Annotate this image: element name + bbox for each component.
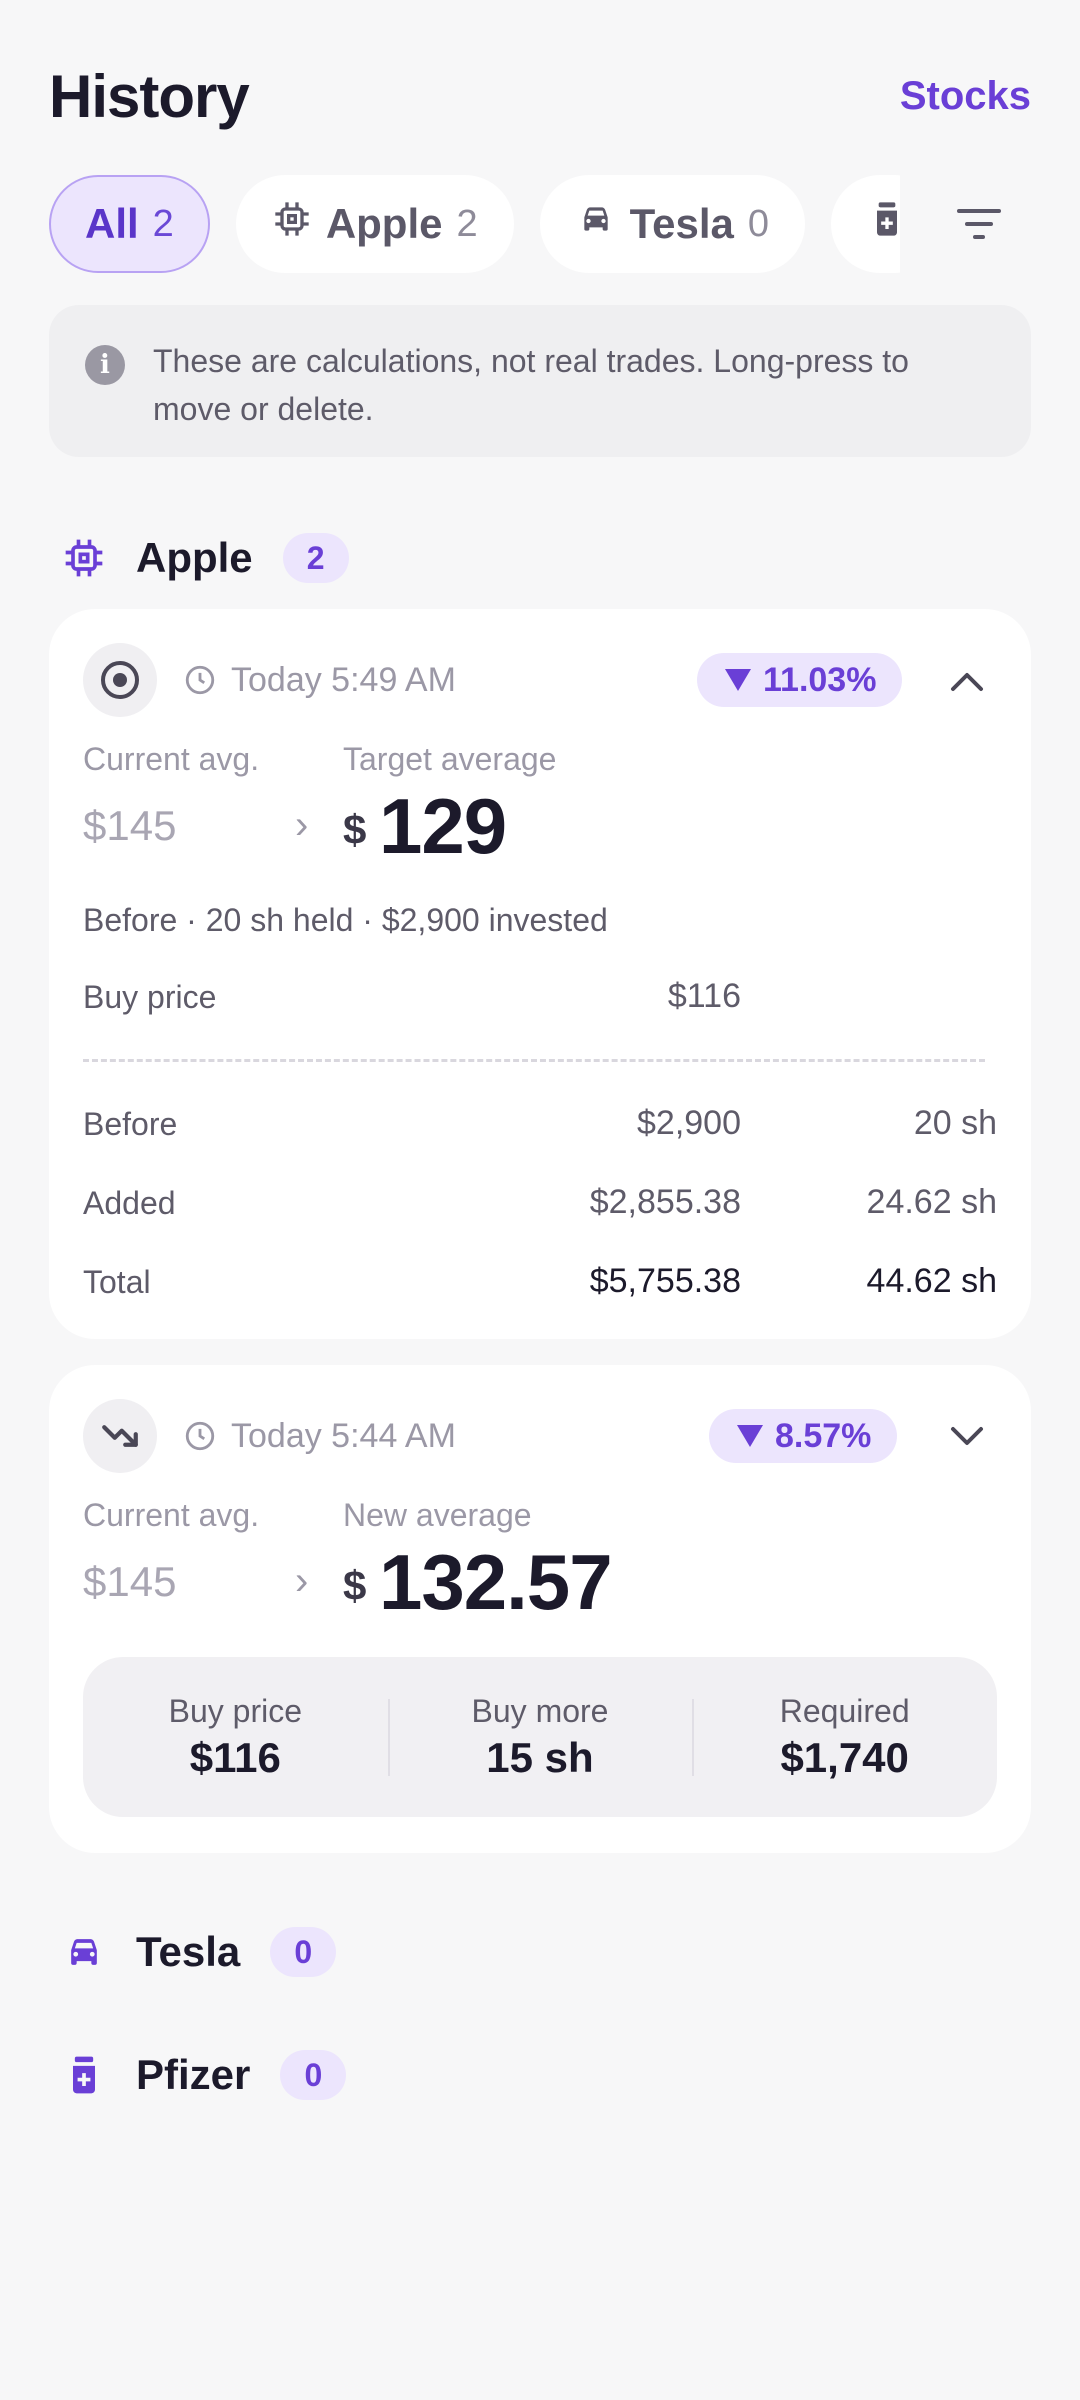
row-shares: 20 sh (913, 1104, 997, 1142)
target-icon (83, 643, 157, 717)
badge-text: 8.57% (775, 1416, 872, 1455)
chevron-up-icon (951, 673, 983, 691)
chip-label: Apple (325, 200, 443, 247)
group-name: Tesla (136, 1928, 241, 1975)
arrow-icon: › (295, 803, 309, 847)
group-count: 2 (282, 533, 349, 583)
row-amount: $5,755.38 (589, 1262, 741, 1300)
target-avg-value: 129 (379, 782, 507, 870)
timestamp-text: Today 5:49 AM (231, 660, 456, 699)
filter-icon (957, 209, 1001, 239)
row-shares: 24.62 sh (866, 1183, 997, 1221)
stocks-link[interactable]: Stocks (900, 74, 1031, 119)
expand-button[interactable] (945, 1415, 989, 1459)
summary-label: Buy price (168, 1692, 303, 1729)
badge-text: 11.03% (763, 660, 877, 699)
triangle-down-icon (725, 669, 751, 691)
change-badge: 8.57% (709, 1409, 898, 1463)
car-icon (576, 199, 616, 249)
chip-icon (272, 199, 312, 249)
timestamp: Today 5:49 AM (183, 661, 456, 700)
calculation-card[interactable]: Today 5:44 AM 8.57% Current avg. $145 › … (49, 1365, 1031, 1853)
filter-button[interactable] (940, 195, 1018, 253)
current-avg-label: Current avg. (83, 741, 260, 777)
summary-line: Before · 20 sh held · $2,900 invested (83, 902, 608, 938)
group-header-pfizer[interactable]: Pfizer 0 (62, 2050, 347, 2100)
collapse-button[interactable] (945, 659, 989, 703)
info-icon: i (85, 345, 125, 385)
filter-chips: All 2 Apple 2 Tesla 0 (49, 175, 901, 273)
change-badge: 11.03% (697, 653, 903, 707)
arrow-icon: › (295, 1559, 309, 1603)
chip-apple[interactable]: Apple 2 (235, 175, 514, 273)
group-name: Pfizer (136, 2051, 251, 2098)
clock-icon (185, 1421, 215, 1451)
chip-pfizer[interactable] (831, 175, 901, 273)
timestamp-text: Today 5:44 AM (231, 1416, 456, 1455)
group-count: 0 (280, 2050, 347, 2100)
new-avg-label: New average (343, 1497, 532, 1533)
header: History Stocks (49, 62, 1031, 131)
medicine-icon (73, 2056, 95, 2094)
summary-value: $116 (189, 1733, 281, 1781)
summary-value: $1,740 (780, 1733, 909, 1781)
chip-count: 2 (152, 202, 174, 245)
group-name: Apple (136, 534, 253, 581)
currency-symbol: $ (343, 806, 367, 853)
group-header-apple[interactable]: Apple 2 (62, 533, 349, 583)
row-label: Added (83, 1185, 176, 1221)
triangle-down-icon (737, 1425, 763, 1447)
group-header-tesla[interactable]: Tesla 0 (62, 1927, 337, 1977)
current-avg-value: $145 (83, 802, 177, 849)
chip-label: All (85, 200, 139, 247)
row-amount: $2,900 (637, 1104, 741, 1142)
info-text: These are calculations, not real trades.… (153, 343, 909, 427)
timestamp: Today 5:44 AM (183, 1417, 456, 1456)
page-title: History (49, 63, 250, 130)
car-icon (71, 1939, 97, 1965)
chip-count: 2 (456, 202, 478, 245)
clock-icon (185, 665, 215, 695)
chip-label: Tesla (629, 200, 734, 247)
divider (83, 1059, 985, 1062)
chip-all[interactable]: All 2 (49, 175, 210, 273)
currency-symbol: $ (343, 1562, 367, 1609)
summary-required: Required $1,740 (692, 1693, 997, 1782)
info-banner: i These are calculations, not real trade… (49, 305, 1031, 457)
row-shares: 44.62 sh (866, 1262, 997, 1300)
trend-down-icon (83, 1399, 157, 1473)
summary-buy-more: Buy more 15 sh (387, 1692, 693, 1782)
row-label: Total (83, 1264, 151, 1300)
group-count: 0 (270, 1927, 337, 1977)
chevron-down-icon (951, 1427, 983, 1445)
chip-icon (65, 539, 103, 577)
buy-price-value: $116 (667, 977, 741, 1015)
current-avg-label: Current avg. (83, 1497, 260, 1533)
medicine-icon (867, 199, 901, 249)
summary-buy-price: Buy price $116 (83, 1693, 388, 1782)
summary-label: Required (779, 1692, 910, 1729)
target-avg-label: Target average (343, 741, 557, 777)
buy-price-label: Buy price (83, 979, 217, 1015)
row-amount: $2,855.38 (589, 1183, 741, 1221)
summary-panel: Buy price $116 Buy more 15 sh Required $… (83, 1657, 997, 1817)
new-avg-value: 132.57 (379, 1538, 613, 1626)
row-label: Before (83, 1106, 178, 1142)
chip-tesla[interactable]: Tesla 0 (539, 175, 806, 273)
summary-label: Buy more (471, 1692, 609, 1729)
summary-value: 15 sh (486, 1733, 594, 1781)
chip-count: 0 (747, 202, 770, 245)
calculation-card[interactable]: Today 5:49 AM 11.03% Current avg. $145 ›… (49, 609, 1031, 1339)
current-avg-value: $145 (83, 1558, 177, 1605)
chips-edge (900, 175, 930, 273)
